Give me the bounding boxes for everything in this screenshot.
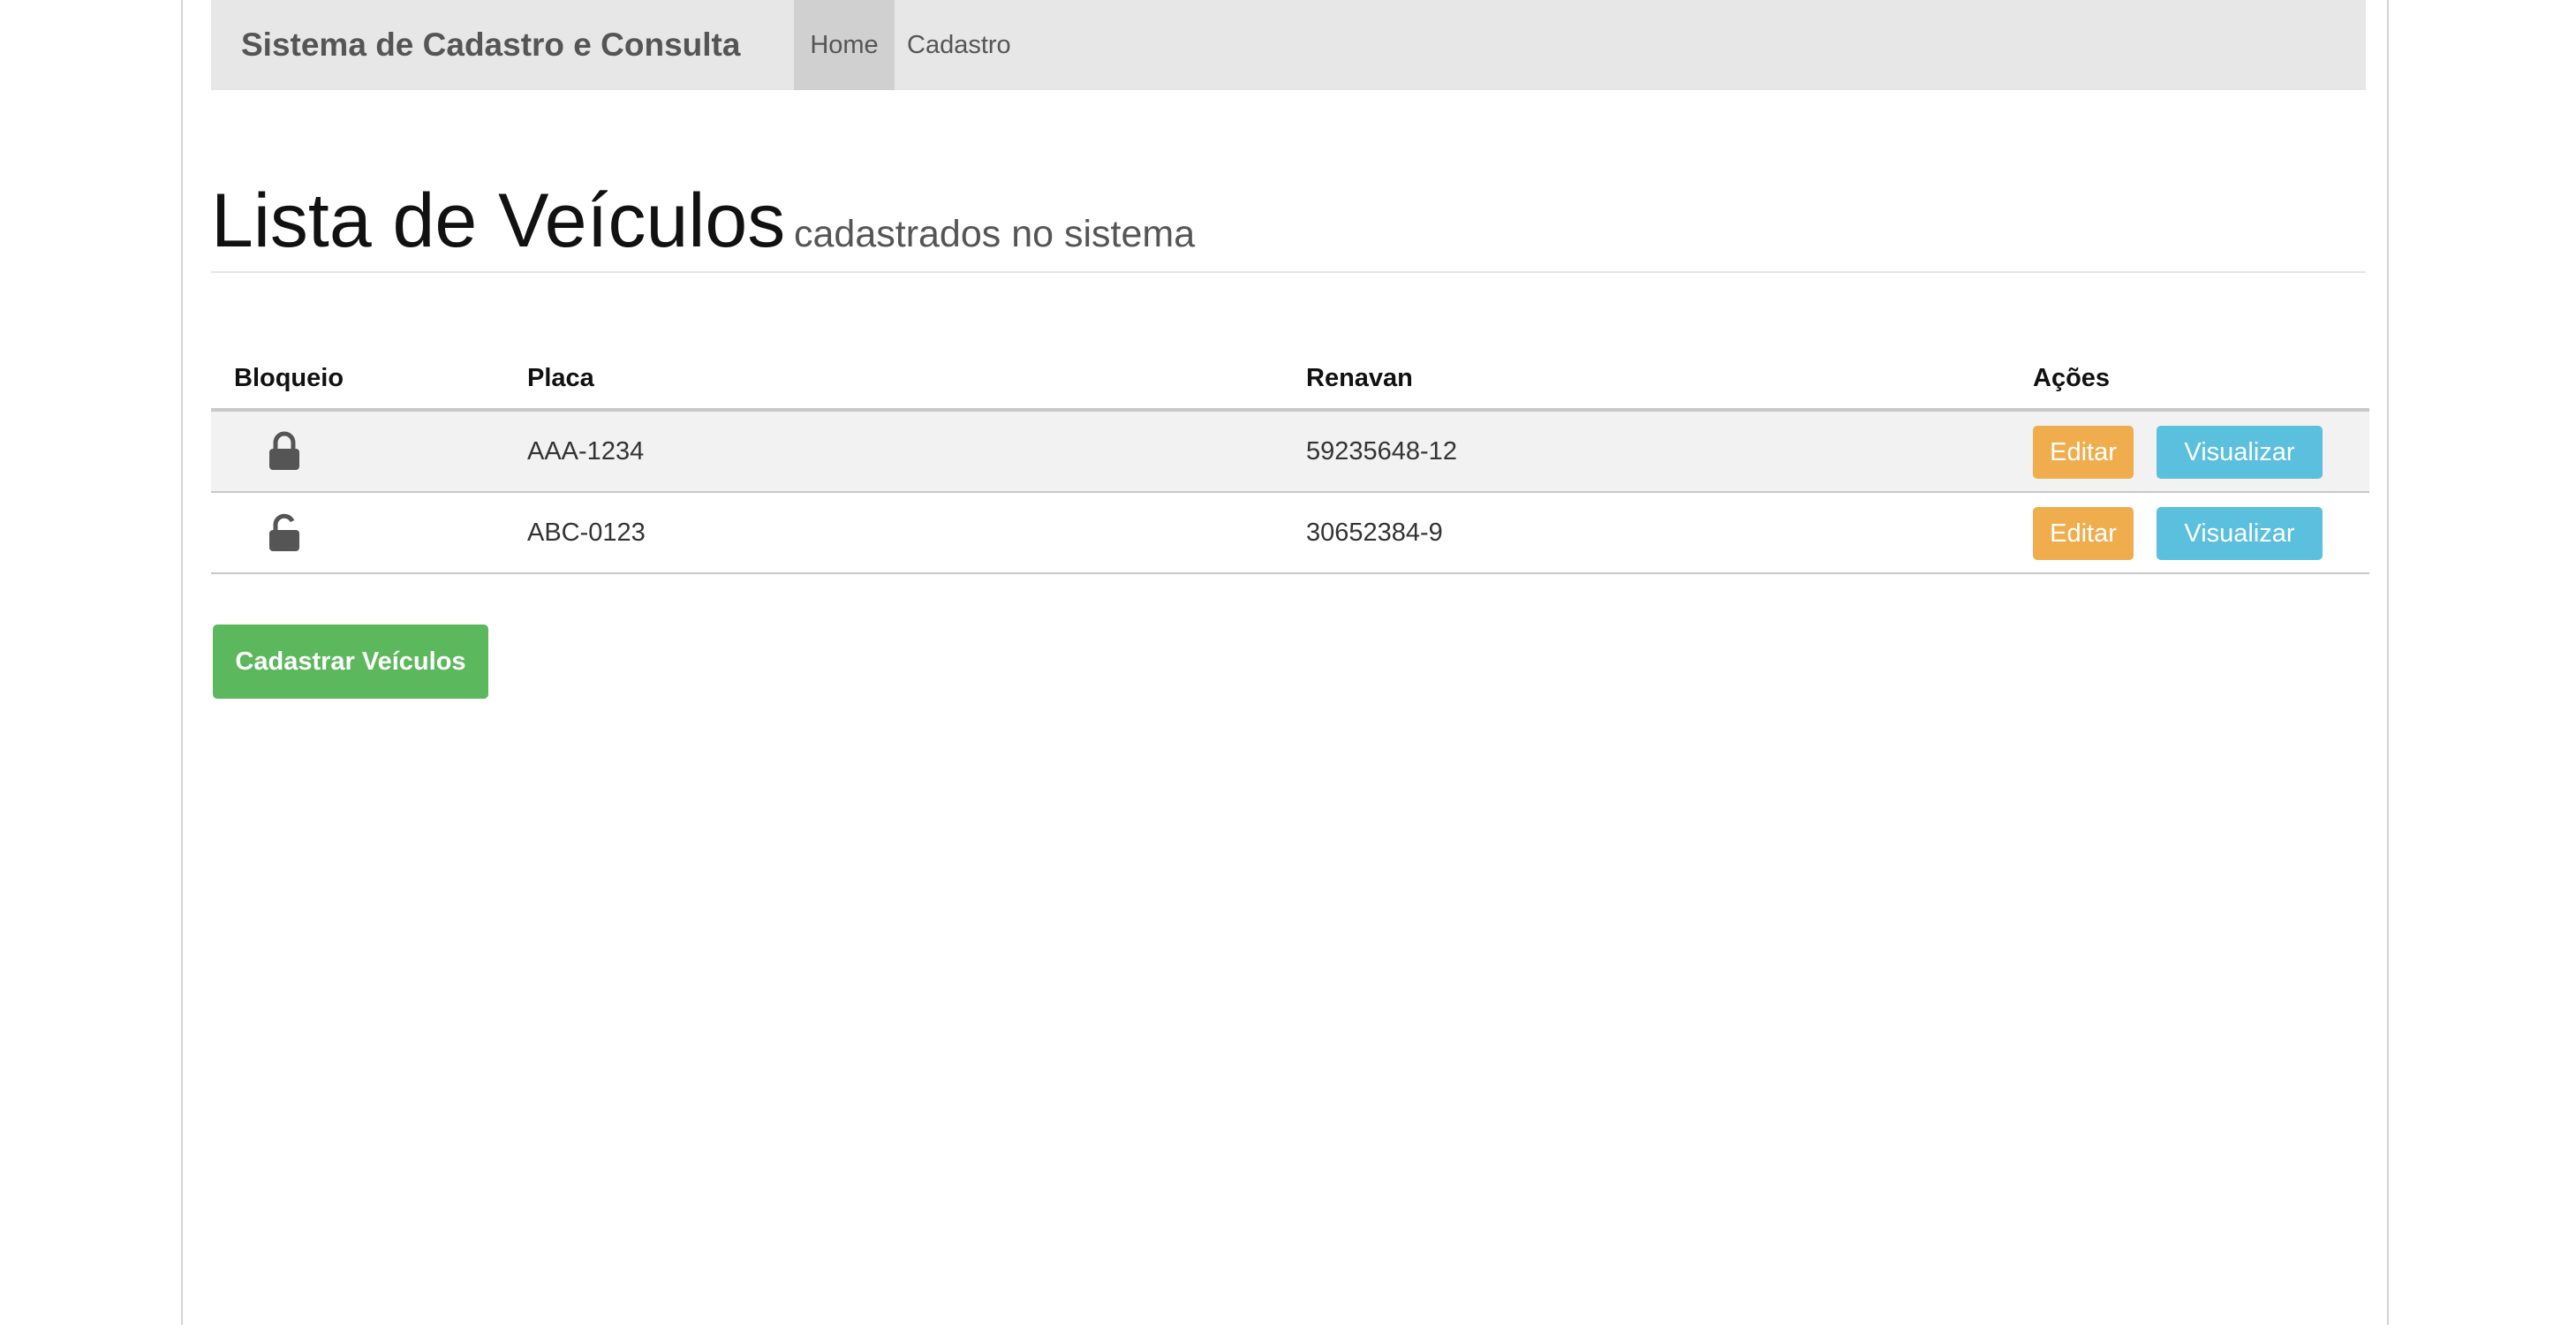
view-button[interactable]: Visualizar	[2157, 507, 2323, 560]
page-header: Lista de Veículos cadastrados no sistema	[211, 172, 2366, 273]
add-vehicles-button[interactable]: Cadastrar Veículos	[213, 625, 488, 699]
lock-closed-icon	[268, 412, 312, 491]
edit-button[interactable]: Editar	[2033, 507, 2134, 560]
header-renavan: Renavan	[1306, 364, 1413, 392]
table-row: ABC-0123 30652384-9 Editar Visualizar	[211, 493, 2369, 574]
cell-renavan: 30652384-9	[1306, 519, 1443, 547]
page-container: Sistema de Cadastro e Consulta Home Cada…	[181, 0, 2389, 1325]
table-row: AAA-1234 59235648-12 Editar Visualizar	[211, 412, 2369, 493]
header-acoes: Ações	[2033, 364, 2111, 392]
navbar: Sistema de Cadastro e Consulta Home Cada…	[211, 0, 2366, 90]
view-button[interactable]: Visualizar	[2157, 426, 2323, 479]
edit-button[interactable]: Editar	[2033, 426, 2134, 479]
navbar-brand[interactable]: Sistema de Cadastro e Consulta	[241, 0, 740, 90]
lock-open-icon	[268, 493, 312, 572]
cell-renavan: 59235648-12	[1306, 437, 1457, 466]
table-header-row: Bloqueio Placa Renavan Ações	[211, 344, 2369, 412]
header-bloqueio: Bloqueio	[234, 364, 344, 392]
page-title: Lista de Veículos	[211, 178, 786, 263]
cell-placa: AAA-1234	[527, 437, 645, 466]
cell-placa: ABC-0123	[527, 519, 646, 547]
nav-item-home[interactable]: Home	[794, 0, 895, 90]
nav-item-cadastro[interactable]: Cadastro	[895, 0, 1024, 90]
vehicles-table: Bloqueio Placa Renavan Ações AAA-1234 59…	[211, 344, 2369, 574]
page-subtitle: cadastrados no sistema	[794, 213, 1196, 255]
header-placa: Placa	[527, 364, 594, 392]
